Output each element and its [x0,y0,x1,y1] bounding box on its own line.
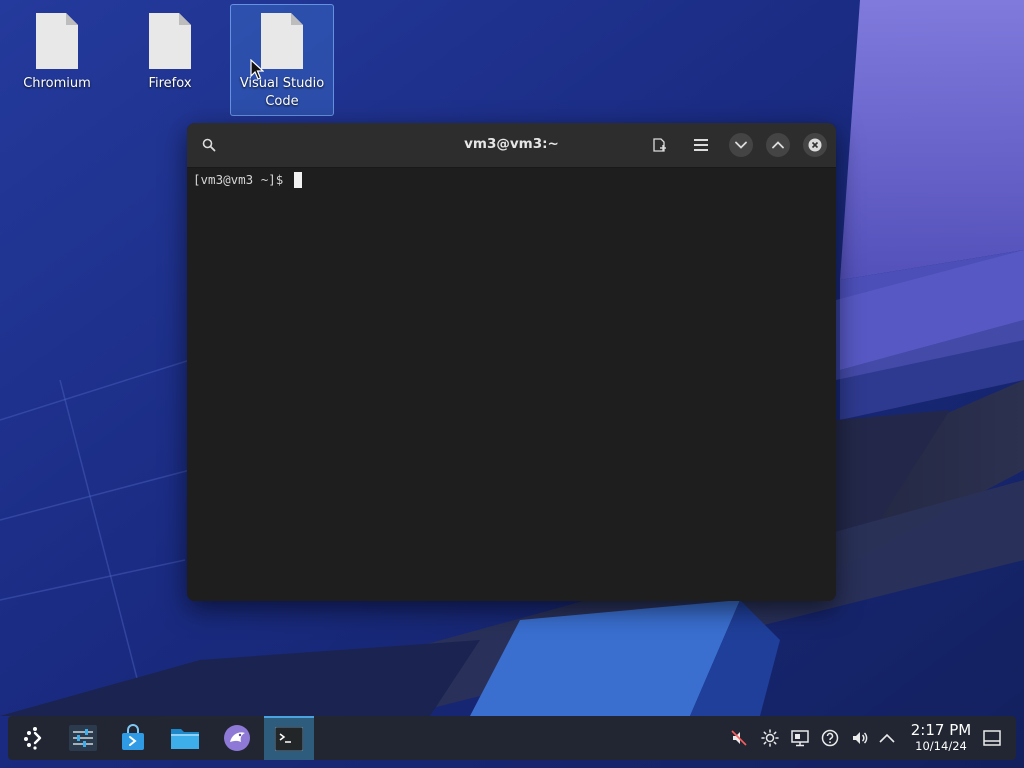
microphone-muted-button[interactable] [728,727,750,749]
folder-icon [171,729,199,749]
menu-icon [694,139,708,151]
mouse-pointer-icon [250,59,264,80]
show-desktop-button[interactable] [981,727,1003,749]
file-icon [36,13,78,69]
chevron-up-icon [879,733,895,743]
text-cursor [293,172,302,188]
close-icon [808,138,822,152]
new-tab-button[interactable] [648,133,672,157]
brightness-icon [761,729,779,747]
desktop-icon-visual-studio-code[interactable]: Visual Studio Code [230,4,334,116]
terminal-titlebar[interactable]: vm3@vm3:~ [187,123,836,168]
new-tab-icon [653,138,666,152]
minimize-button[interactable] [729,133,753,157]
menu-button[interactable] [689,133,713,157]
brightness-button[interactable] [759,727,781,749]
digital-clock[interactable]: 2:17 PM 10/14/24 [901,721,981,753]
volume-button[interactable] [849,727,871,749]
system-settings-button[interactable] [58,716,108,760]
help-icon [821,729,839,747]
microphone-muted-icon [731,730,747,746]
file-icon [149,13,191,69]
help-button[interactable] [819,727,841,749]
settings-sliders-icon [69,725,97,751]
terminal-window[interactable]: vm3@vm3:~ [vm3@vm3 ~]$ [187,123,836,601]
discover-button[interactable] [108,716,158,760]
desktop-icon-firefox[interactable]: Firefox [118,4,222,116]
desktop-icon-chromium[interactable]: Chromium [5,4,109,116]
minimize-icon [735,141,747,149]
kdeconnect-button[interactable] [212,716,262,760]
desktop-icon-label: Chromium [23,76,91,91]
file-manager-button[interactable] [160,716,210,760]
volume-icon [853,732,868,744]
shopping-bag-icon [122,724,144,750]
desktop-icon-label: Firefox [148,76,192,91]
close-button[interactable] [803,133,827,157]
maximize-icon [772,141,784,149]
bird-app-icon [224,725,250,751]
maximize-button[interactable] [766,133,790,157]
terminal-icon [275,727,303,751]
taskbar[interactable]: 2:17 PM 10/14/24 [8,716,1016,760]
kde-launcher-icon [24,727,42,750]
network-button[interactable] [789,727,811,749]
desktop[interactable]: Chromium Firefox Visual Studio Code vm3@… [0,0,1024,768]
shell-prompt: [vm3@vm3 ~]$ [193,172,291,187]
desktop-icon-label: Visual Studio Code [239,76,325,109]
show-hidden-icons-button[interactable] [876,727,898,749]
clock-date: 10/14/24 [915,739,967,753]
network-icon [791,730,809,747]
file-icon [261,13,303,69]
prompt-line: [vm3@vm3 ~]$ [193,172,302,188]
show-desktop-icon [983,730,1001,746]
terminal-output[interactable]: [vm3@vm3 ~]$ [187,168,836,601]
konsole-taskbar-button[interactable] [264,716,314,760]
application-launcher-button[interactable] [10,716,60,760]
clock-time: 2:17 PM [910,721,972,739]
